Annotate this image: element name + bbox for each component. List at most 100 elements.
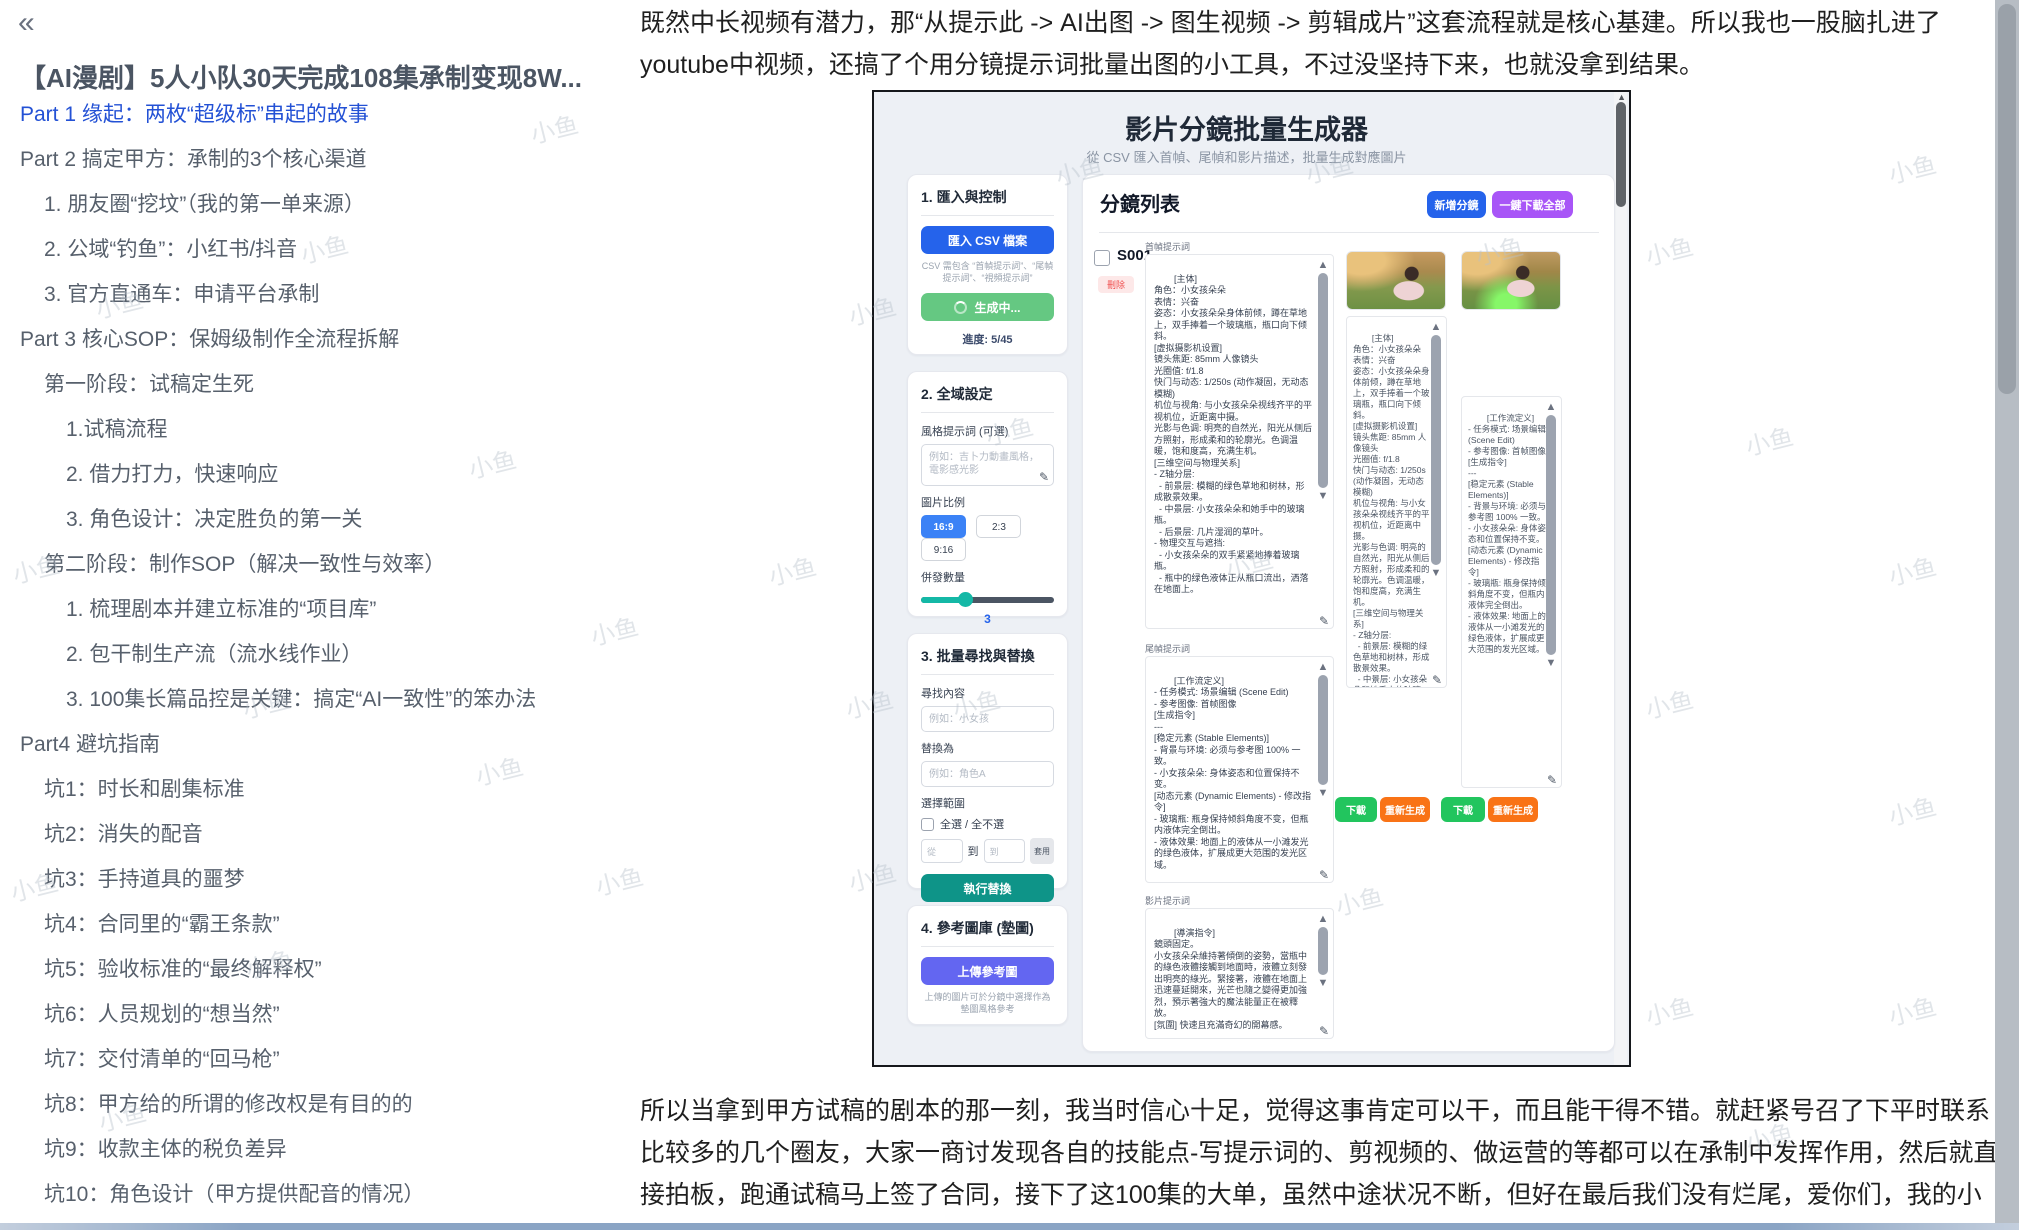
watermark: 小鱼 bbox=[764, 547, 819, 593]
regenerate-last-button[interactable]: 重新生成 bbox=[1488, 797, 1538, 822]
scroll-up-icon[interactable]: ▲ bbox=[1431, 321, 1442, 333]
first-frame-textarea[interactable]: [主体] 角色：小女孩朵朵 表情：兴奋 姿态：小女孩朵朵身体前倾，蹲在草地上，双… bbox=[1145, 254, 1334, 629]
window-scrollbar-thumb[interactable] bbox=[1998, 4, 2016, 394]
shot-delete-button[interactable]: 刪除 bbox=[1098, 276, 1134, 293]
range-from-input[interactable]: 從 bbox=[921, 839, 963, 863]
edit-pencil-icon[interactable]: ✎ bbox=[1545, 775, 1559, 786]
toc-item-2[interactable]: 1. 朋友圈“挖坟”（我的第一单来源） bbox=[0, 182, 625, 227]
download-last-button[interactable]: 下載 bbox=[1441, 797, 1485, 822]
edit-pencil-icon[interactable]: ✎ bbox=[1317, 616, 1331, 628]
style-prompt-input[interactable]: 例如：吉卜力動畫風格，電影感光影 ✎ bbox=[921, 444, 1054, 486]
scroll-up-icon[interactable]: ▲ bbox=[1617, 92, 1626, 102]
last-frame-image[interactable] bbox=[1461, 251, 1561, 310]
first-frame-preview-panel[interactable]: [主体] 角色：小女孩朵朵 表情：兴奋 姿态：小女孩朵朵身体前倾，蹲在草地上，双… bbox=[1346, 316, 1447, 688]
scroll-down-icon[interactable]: ▼ bbox=[1318, 977, 1329, 989]
toc-item-8[interactable]: 2. 借力打力，快速响应 bbox=[0, 452, 625, 497]
scroll-up-icon[interactable]: ▲ bbox=[1318, 661, 1329, 673]
video-prompt-textarea[interactable]: [導演指令] 鏡頭固定。 小女孩朵朵維持著傾倒的姿勢，當瓶中的綠色液體接觸到地面… bbox=[1145, 908, 1334, 1039]
toc-item-7[interactable]: 1.试稿流程 bbox=[0, 407, 625, 452]
toc-item-17[interactable]: 坑3：手持道具的噩梦 bbox=[0, 857, 625, 902]
scrollbar[interactable]: ▲ ▼ bbox=[1544, 401, 1558, 783]
toc-item-1[interactable]: Part 2 搞定甲方：承制的3个核心渠道 bbox=[0, 137, 625, 182]
toc-item-0[interactable]: Part 1 缘起：两枚“超级标”串起的故事 bbox=[0, 92, 625, 137]
edit-pencil-icon[interactable]: ✎ bbox=[1037, 471, 1051, 484]
scroll-thumb[interactable] bbox=[1431, 335, 1441, 565]
tool-scrollbar[interactable] bbox=[1614, 92, 1627, 1065]
toc-item-11[interactable]: 1. 梳理剧本并建立标准的“项目库” bbox=[0, 587, 625, 632]
scrollbar[interactable]: ▲ ▼ bbox=[1429, 321, 1443, 683]
replace-placeholder: 例如：角色A bbox=[929, 769, 986, 780]
add-shot-button[interactable]: 新增分鏡 bbox=[1427, 191, 1486, 218]
toc-item-24[interactable]: 坑10：角色设计（甲方提供配音的情况） bbox=[0, 1172, 625, 1217]
find-input[interactable]: 例如：小女孩 bbox=[921, 706, 1054, 732]
ratio-9-16-button[interactable]: 9:16 bbox=[921, 538, 966, 561]
toc-item-18[interactable]: 坑4：合同里的“霸王条款” bbox=[0, 902, 625, 947]
find-label: 尋找內容 bbox=[921, 685, 1054, 701]
concurrency-slider[interactable] bbox=[921, 597, 1054, 603]
upload-reference-button[interactable]: 上傳參考圖 bbox=[921, 957, 1054, 985]
last-frame-preview-panel[interactable]: [工作流定义] - 任务模式: 场景编辑 (Scene Edit) - 参考图像… bbox=[1461, 396, 1562, 788]
toc-item-14[interactable]: Part4 避坑指南 bbox=[0, 722, 625, 767]
regenerate-first-button[interactable]: 重新生成 bbox=[1380, 797, 1430, 822]
toc-item-15[interactable]: 坑1：时长和剧集标准 bbox=[0, 767, 625, 812]
first-frame-image[interactable] bbox=[1346, 251, 1446, 310]
window-horizontal-scrollbar[interactable] bbox=[0, 1223, 2019, 1230]
scroll-thumb[interactable] bbox=[1318, 273, 1328, 488]
toc-item-6[interactable]: 第一阶段：试稿定生死 bbox=[0, 362, 625, 407]
scrollbar[interactable]: ▲ ▼ bbox=[1316, 661, 1330, 878]
edit-pencil-icon[interactable]: ✎ bbox=[1430, 675, 1444, 686]
scroll-thumb[interactable] bbox=[1546, 415, 1556, 655]
table-of-contents: Part 1 缘起：两枚“超级标”串起的故事Part 2 搞定甲方：承制的3个核… bbox=[0, 92, 625, 1217]
last-frame-textarea[interactable]: [工作流定义] - 任务模式: 场景编辑 (Scene Edit) - 参考图像… bbox=[1145, 656, 1334, 883]
scrollbar[interactable]: ▲ ▼ bbox=[1316, 913, 1330, 1034]
select-all-checkbox[interactable] bbox=[921, 818, 934, 831]
import-csv-button[interactable]: 匯入 CSV 檔案 bbox=[921, 226, 1054, 254]
scrollbar[interactable]: ▲ ▼ bbox=[1316, 259, 1330, 624]
slider-knob[interactable] bbox=[958, 592, 973, 607]
toc-item-13[interactable]: 3. 100集长篇品控是关键：搞定“AI一致性”的笨办法 bbox=[0, 677, 625, 722]
scroll-down-icon[interactable]: ▼ bbox=[1431, 567, 1442, 579]
toc-item-12[interactable]: 2. 包干制生产流（流水线作业） bbox=[0, 632, 625, 677]
ratio-2-3-button[interactable]: 2:3 bbox=[976, 515, 1021, 538]
scroll-down-icon[interactable]: ▼ bbox=[1318, 490, 1329, 502]
range-to-input[interactable]: 到 bbox=[984, 839, 1026, 863]
edit-pencil-icon[interactable]: ✎ bbox=[1317, 1026, 1331, 1038]
paragraph-bottom: 所以当拿到甲方试稿的剧本的那一刻，我当时信心十足，觉得这事肯定可以干，而且能干得… bbox=[640, 1090, 2002, 1230]
window-vertical-scrollbar[interactable] bbox=[1995, 0, 2019, 1230]
scroll-down-icon[interactable]: ▼ bbox=[1318, 787, 1329, 799]
watermark: 小鱼 bbox=[1741, 417, 1796, 463]
watermark: 小鱼 bbox=[1641, 987, 1696, 1033]
download-all-button[interactable]: 一鍵下載全部 bbox=[1492, 191, 1573, 218]
toc-item-4[interactable]: 3. 官方直通车：申请平台承制 bbox=[0, 272, 625, 317]
scroll-up-icon[interactable]: ▲ bbox=[1318, 913, 1329, 925]
toc-item-19[interactable]: 坑5：验收标准的“最终解释权” bbox=[0, 947, 625, 992]
ratio-16-9-button[interactable]: 16:9 bbox=[921, 515, 966, 538]
edit-pencil-icon[interactable]: ✎ bbox=[1317, 870, 1331, 882]
toc-item-20[interactable]: 坑6：人员规划的“想当然” bbox=[0, 992, 625, 1037]
toc-item-22[interactable]: 坑8：甲方给的所谓的修改权是有目的的 bbox=[0, 1082, 625, 1127]
scroll-thumb[interactable] bbox=[1318, 675, 1328, 785]
toc-item-16[interactable]: 坑2：消失的配音 bbox=[0, 812, 625, 857]
toc-item-23[interactable]: 坑9：收款主体的税负差异 bbox=[0, 1127, 625, 1172]
execute-replace-button[interactable]: 執行替換 bbox=[921, 874, 1054, 902]
tool-subtitle: 從 CSV 匯入首幀、尾幀和影片描述，批量生成對應圖片 bbox=[874, 147, 1619, 166]
replace-input[interactable]: 例如：角色A bbox=[921, 761, 1054, 787]
range-apply-button[interactable]: 套用 bbox=[1030, 838, 1054, 864]
toc-item-21[interactable]: 坑7：交付清单的“回马枪” bbox=[0, 1037, 625, 1082]
scroll-down-icon[interactable]: ▼ bbox=[1546, 657, 1557, 669]
page: « 【AI漫剧】5人小队30天完成108集承制变现8W... Part 1 缘起… bbox=[0, 0, 2019, 1230]
shot-checkbox[interactable] bbox=[1094, 250, 1110, 266]
download-first-button[interactable]: 下載 bbox=[1335, 797, 1377, 822]
tool-scrollbar-thumb[interactable] bbox=[1616, 102, 1626, 207]
toc-item-9[interactable]: 3. 角色设计：决定胜负的第一关 bbox=[0, 497, 625, 542]
toc-item-3[interactable]: 2. 公域“钓鱼”：小红书/抖音 bbox=[0, 227, 625, 272]
scroll-up-icon[interactable]: ▲ bbox=[1546, 401, 1557, 413]
toc-item-5[interactable]: Part 3 核心SOP：保姆级制作全流程拆解 bbox=[0, 317, 625, 362]
video-prompt-label: 影片提示詞 bbox=[1145, 894, 1190, 907]
generating-button[interactable]: 生成中... bbox=[921, 293, 1054, 321]
select-all-label: 全選 / 全不選 bbox=[940, 816, 1004, 832]
scroll-up-icon[interactable]: ▲ bbox=[1318, 259, 1329, 271]
sidebar-collapse-icon[interactable]: « bbox=[18, 6, 35, 40]
toc-item-10[interactable]: 第二阶段：制作SOP（解决一致性与效率） bbox=[0, 542, 625, 587]
scroll-thumb[interactable] bbox=[1318, 927, 1328, 975]
